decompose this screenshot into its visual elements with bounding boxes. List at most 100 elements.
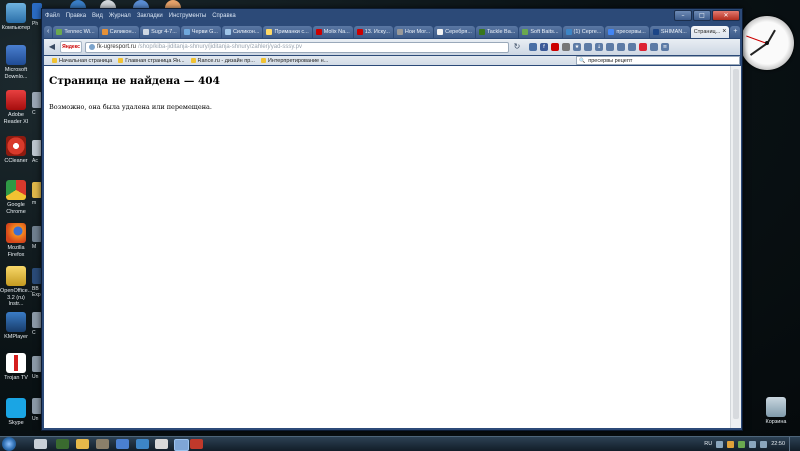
desktop-icon-skype[interactable]: Skype — [0, 398, 32, 427]
desktop-icon-label: Mozilla Firefox — [7, 245, 25, 258]
scrollbar-thumb[interactable] — [733, 69, 739, 419]
app-taskbar-icon[interactable] — [96, 439, 109, 449]
desktop-icon-label: Корзина — [765, 419, 787, 425]
yandex-button[interactable]: Яндекс — [60, 41, 82, 53]
close-tab-icon[interactable]: × — [722, 26, 726, 38]
abp-icon[interactable] — [639, 43, 647, 51]
maximize-button[interactable]: □ — [693, 10, 711, 21]
desktop-icon-download-manager[interactable]: Microsoft Downlo... — [0, 45, 32, 80]
desktop-icon-label: Skype — [8, 420, 24, 426]
app-taskbar-icon[interactable] — [116, 439, 129, 449]
menu-bookmarks[interactable]: Закладки — [137, 11, 163, 22]
extension-icon[interactable] — [551, 43, 559, 51]
tab[interactable]: Sugr 4-7... — [140, 26, 180, 38]
error-message: Возможно, она была удалена или перемещен… — [49, 103, 212, 111]
desktop-icon-firefox[interactable]: Mozilla Firefox — [0, 223, 32, 258]
volume-icon[interactable] — [760, 440, 768, 448]
home-icon[interactable] — [606, 43, 614, 51]
tab[interactable]: Серебря... — [434, 26, 475, 38]
menu-history[interactable]: Журнал — [109, 11, 131, 22]
desktop-icon-openoffice[interactable]: OpenOffice... 3.2 (ru) Instr... — [0, 266, 32, 308]
desktop-icon-chrome[interactable]: Google Chrome — [0, 180, 32, 215]
tab[interactable]: 13. Иску... — [353, 26, 393, 38]
clock-gadget[interactable] — [740, 16, 794, 70]
app-taskbar-icon[interactable] — [155, 439, 168, 449]
desktop-icon-label: C — [32, 330, 36, 336]
tab[interactable]: пресервы... — [605, 26, 649, 38]
facebook-icon[interactable]: f — [540, 43, 548, 51]
desktop-icon-label: Google Chrome — [6, 202, 26, 215]
show-desktop-button[interactable] — [789, 437, 796, 451]
favicon-icon — [478, 29, 485, 35]
menu-icon[interactable]: ≡ — [661, 43, 669, 51]
menu-tools[interactable]: Инструменты — [169, 11, 206, 22]
network-icon[interactable] — [749, 440, 757, 448]
search-icon: 🔍 — [579, 57, 586, 64]
desktop-icon-computer[interactable]: Компьютер — [0, 3, 32, 32]
tab[interactable]: Нои Мог... — [393, 26, 434, 38]
bookmark-item[interactable]: Начальная страница — [52, 58, 112, 64]
app-taskbar-icon[interactable] — [56, 439, 69, 449]
tab[interactable]: Приманки с... — [263, 26, 312, 38]
app-taskbar-icon[interactable] — [174, 439, 189, 451]
download-icon[interactable]: ↓ — [595, 43, 603, 51]
back-icon[interactable]: ◀ — [47, 42, 57, 52]
app-icon — [165, 0, 181, 8]
app-taskbar-icon[interactable] — [136, 439, 149, 449]
address-bar[interactable]: fk-ugresport.ru/shop/kiba-jiditanja-shnu… — [85, 41, 509, 53]
search-input[interactable]: 🔍 пресервы рецепт — [576, 56, 740, 65]
tab-scroll-left[interactable]: ‹ — [44, 26, 53, 38]
tab[interactable]: Силикон... — [98, 26, 140, 38]
bookmark-item[interactable]: Rance.ru - дизайн пр... — [190, 57, 255, 64]
bookmarks-icon[interactable] — [584, 43, 592, 51]
desktop-icon-adobe-reader[interactable]: Adobe Reader XI — [0, 90, 32, 125]
tab[interactable]: (1) Серге... — [562, 26, 605, 38]
menu-file[interactable]: Файл — [45, 11, 60, 22]
tray-icon[interactable] — [716, 440, 724, 448]
desktop-icon-recycle-bin[interactable]: Корзина — [760, 397, 792, 426]
folder-taskbar-icon[interactable] — [76, 439, 89, 449]
close-button[interactable]: ✕ — [712, 10, 740, 21]
desktop-icon-label: Trojan TV — [4, 375, 28, 381]
tab[interactable]: Силикон... — [221, 26, 263, 38]
extension-icon[interactable] — [628, 43, 636, 51]
tray-icon[interactable] — [727, 440, 735, 448]
tab[interactable]: Molix Na... — [312, 26, 353, 38]
bookmark-item[interactable]: Интерпретирование н... — [260, 58, 328, 64]
tray-icon[interactable] — [738, 440, 746, 448]
tab-label: Molix Na... — [323, 29, 350, 35]
menu-view[interactable]: Вид — [92, 11, 103, 22]
extension-icon[interactable] — [529, 43, 537, 51]
tab-label: (1) Серге... — [573, 29, 602, 35]
desktop-icon-label: Ac — [32, 158, 38, 164]
menu-edit[interactable]: Правка — [66, 11, 86, 22]
scrollbar[interactable] — [730, 66, 741, 428]
tab[interactable]: Черви G... — [180, 26, 221, 38]
desktop-icon-label: CCleaner — [4, 158, 28, 164]
send-icon[interactable] — [617, 43, 625, 51]
bookmark-label: Главная страница Ян... — [125, 57, 185, 64]
system-clock[interactable]: 22:50 — [771, 441, 785, 447]
tab[interactable]: Soft Baits... — [519, 26, 562, 38]
star-icon[interactable]: ★ — [573, 43, 581, 51]
explorer-taskbar-icon[interactable] — [34, 439, 47, 449]
tab[interactable]: Tackle Ba... — [475, 26, 519, 38]
tab[interactable]: Tennec Wi... — [53, 26, 98, 38]
start-button[interactable] — [2, 437, 16, 451]
bookmark-label: Rance.ru - дизайн пр... — [197, 57, 255, 64]
extension-icon[interactable] — [650, 43, 658, 51]
bookmark-item[interactable]: Главная страница Ян... — [118, 57, 185, 64]
language-indicator[interactable]: RU — [704, 441, 712, 447]
desktop-icon-trojan-tv[interactable]: Trojan TV — [0, 353, 32, 382]
minimize-button[interactable]: – — [674, 10, 692, 21]
desktop-icon-ccleaner[interactable]: CCleaner — [0, 136, 32, 165]
tab-active[interactable]: Страниц... × — [690, 26, 730, 38]
tab-label: Tennec Wi... — [64, 29, 95, 35]
extension-icon[interactable] — [562, 43, 570, 51]
new-tab-button[interactable]: + — [730, 26, 740, 38]
app-taskbar-icon[interactable] — [190, 439, 203, 449]
tab[interactable]: SHIMAN... — [649, 26, 690, 38]
menu-help[interactable]: Справка — [212, 11, 236, 22]
reload-icon[interactable]: ↻ — [512, 42, 522, 52]
desktop-icon-kmplayer[interactable]: KMPlayer — [0, 312, 32, 341]
